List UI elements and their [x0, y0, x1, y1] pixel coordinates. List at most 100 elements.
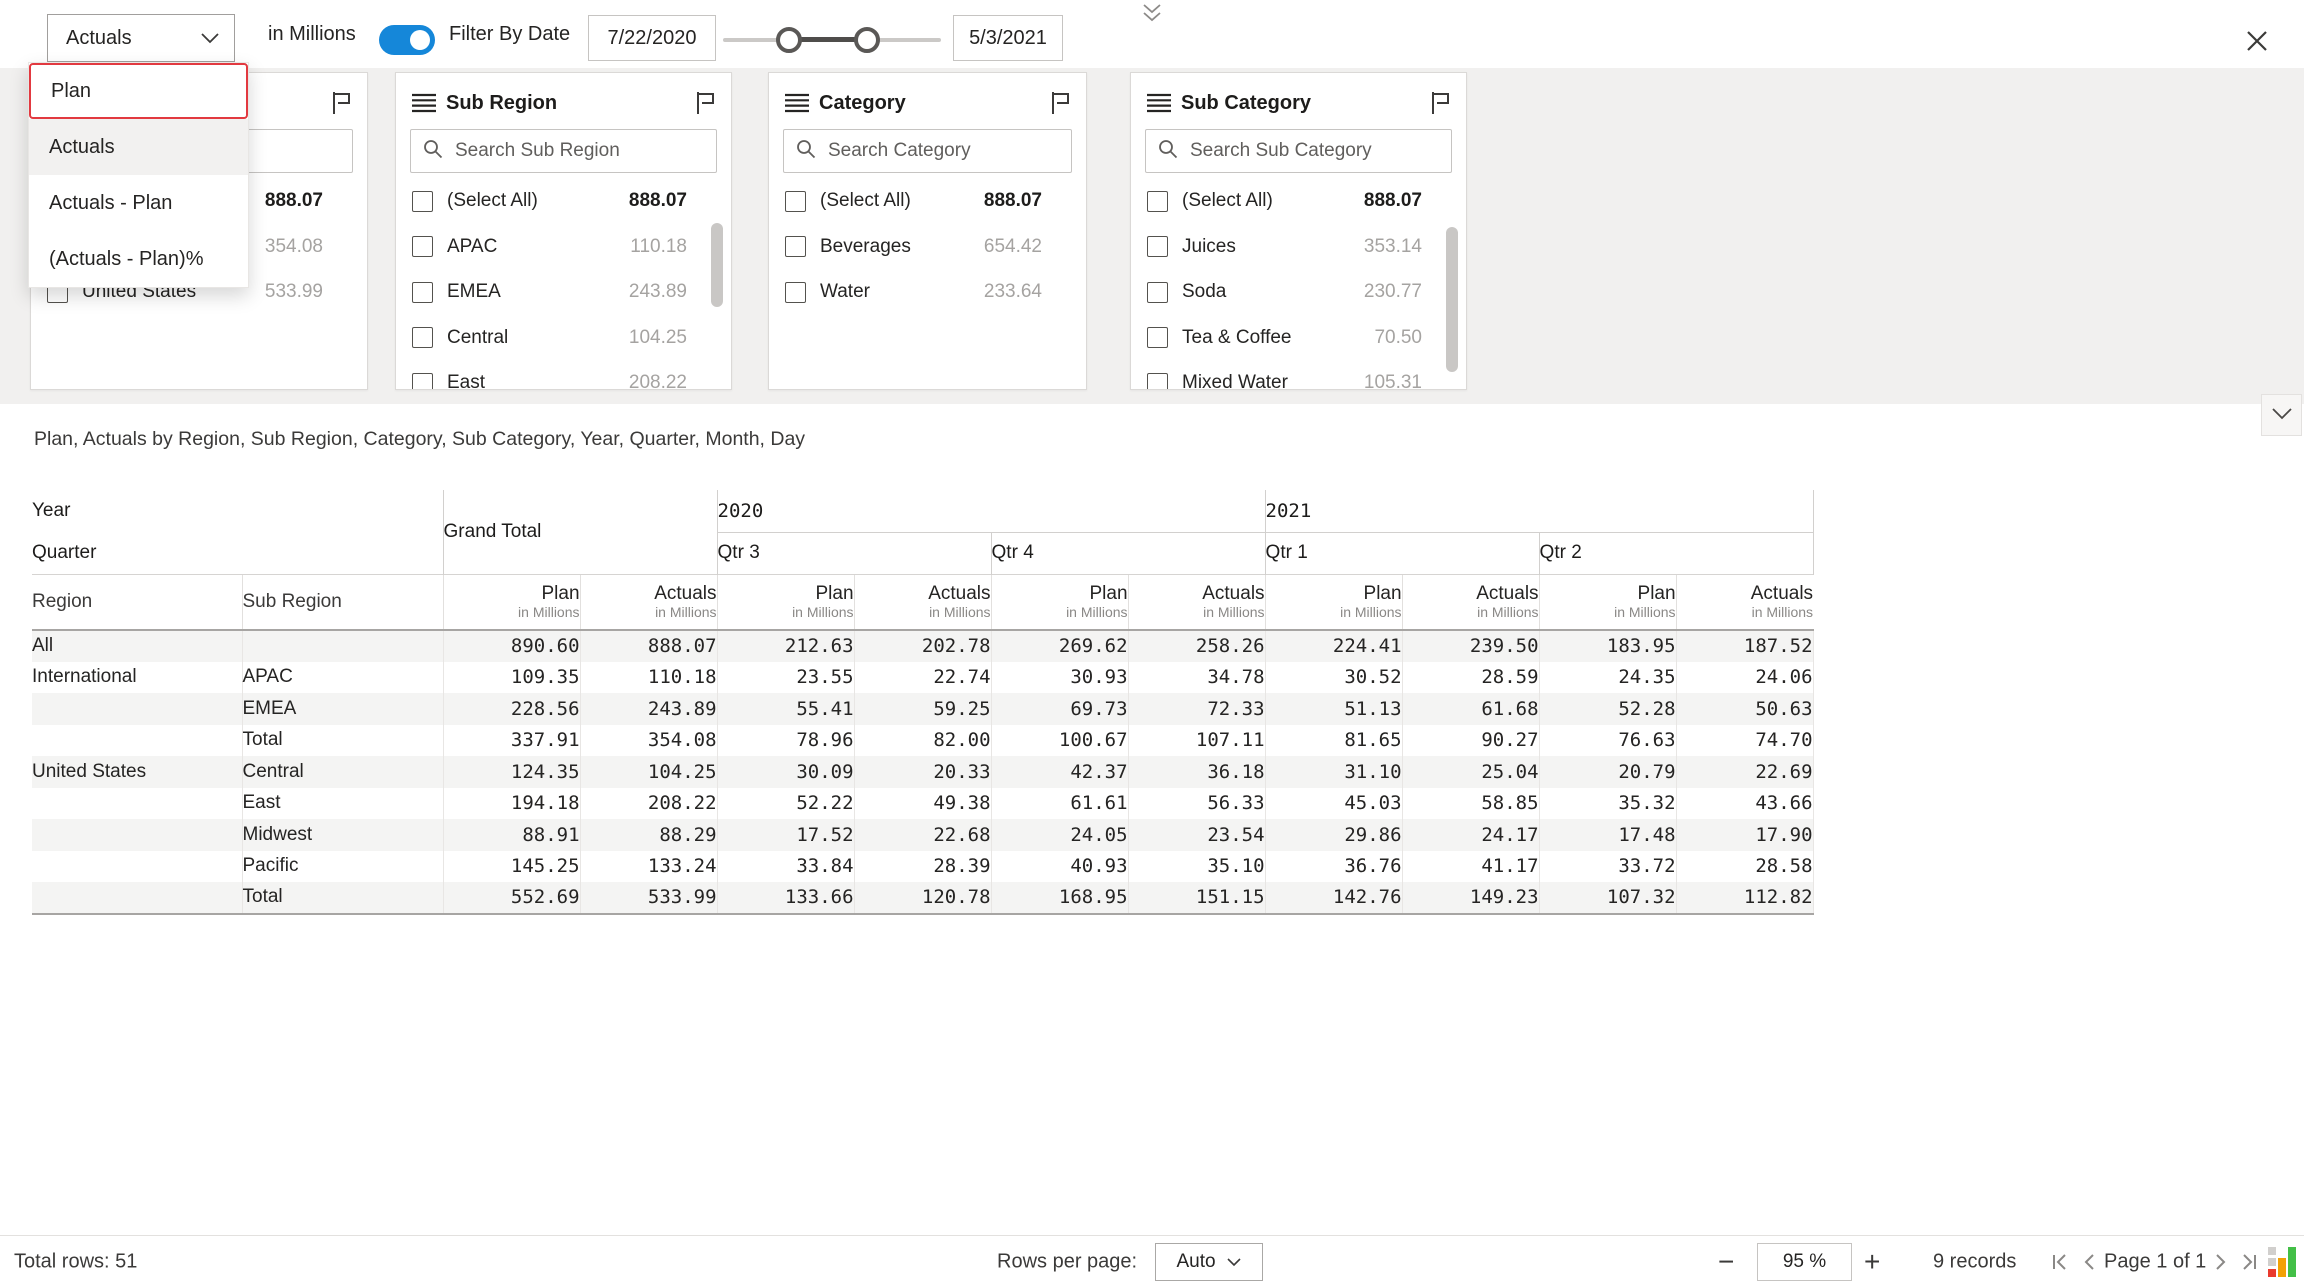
close-icon: [2244, 42, 2270, 57]
checkbox[interactable]: [1147, 282, 1168, 303]
measure-name: Actuals: [1677, 583, 1814, 604]
measure-name: Actuals: [1403, 583, 1539, 604]
next-page-button[interactable]: [2212, 1253, 2230, 1271]
value-cell: 69.73: [991, 693, 1128, 725]
sub-region-cell: [242, 630, 443, 662]
sub-region-cell: Total: [242, 725, 443, 757]
filter-item-list: (Select All)888.07Juices353.14Soda230.77…: [1145, 73, 1452, 389]
value-cell: 52.22: [717, 788, 854, 820]
table-row-east: East194.18208.2252.2249.3861.6156.3345.0…: [32, 788, 1813, 820]
value-cell: 74.70: [1676, 725, 1813, 757]
expand-filters-button[interactable]: [2261, 394, 2302, 436]
zoom-out-button[interactable]: −: [1712, 1238, 1740, 1286]
close-button[interactable]: [2243, 28, 2271, 56]
value-cell: 24.06: [1676, 662, 1813, 694]
menu-option-actuals[interactable]: Actuals: [29, 119, 248, 175]
filter-item-soda[interactable]: Soda230.77: [1147, 269, 1422, 315]
zoom-level-input[interactable]: [1757, 1243, 1852, 1281]
menu-option-plan[interactable]: Plan: [29, 63, 248, 119]
sub-region-cell: EMEA: [242, 693, 443, 725]
scrollbar-thumb[interactable]: [1446, 227, 1458, 372]
checkbox[interactable]: [412, 373, 433, 391]
menu-option-actuals-plan[interactable]: (Actuals - Plan)%: [29, 231, 248, 287]
filter-item-label: (Select All): [820, 190, 911, 212]
plan-column-header: Planin Millions: [443, 574, 580, 630]
filter-item-select-all[interactable]: (Select All)888.07: [785, 178, 1042, 224]
measure-unit: in Millions: [1403, 605, 1539, 621]
start-date-input[interactable]: [588, 15, 716, 61]
value-cell: 24.35: [1539, 662, 1676, 694]
filter-item-label: Juices: [1182, 236, 1236, 258]
slider-handle-end[interactable]: [854, 27, 880, 53]
value-cell: 33.84: [717, 851, 854, 883]
region-cell: All: [32, 630, 242, 662]
value-cell: 28.39: [854, 851, 991, 883]
menu-option-actuals-plan[interactable]: Actuals - Plan: [29, 175, 248, 231]
checkbox[interactable]: [1147, 327, 1168, 348]
checkbox[interactable]: [785, 282, 806, 303]
value-cell: 36.18: [1128, 756, 1265, 788]
toolbar: Actuals in Millions Filter By Date: [0, 0, 2304, 68]
zoom-in-button[interactable]: +: [1858, 1238, 1886, 1286]
filter-item-emea[interactable]: EMEA243.89: [412, 269, 687, 315]
rows-per-page-value: Auto: [1176, 1251, 1215, 1273]
measure-dropdown-menu: Plan Actuals Actuals - Plan(Actuals - Plan…: [28, 62, 249, 288]
value-cell: 31.10: [1265, 756, 1402, 788]
filter-item-central[interactable]: Central104.25: [412, 315, 687, 361]
checkbox[interactable]: [1147, 191, 1168, 212]
first-page-button[interactable]: [2049, 1253, 2071, 1271]
filter-item-apac[interactable]: APAC110.18: [412, 224, 687, 270]
checkbox[interactable]: [412, 282, 433, 303]
filter-item-label: Tea & Coffee: [1182, 327, 1292, 349]
measure-unit: in Millions: [855, 605, 991, 621]
checkbox[interactable]: [412, 191, 433, 212]
measure-name: Plan: [992, 583, 1128, 604]
pivot-title: Plan, Actuals by Region, Sub Region, Cat…: [34, 428, 805, 451]
value-cell: 100.67: [991, 725, 1128, 757]
date-range-slider[interactable]: [723, 27, 941, 53]
unit-label: in Millions: [268, 0, 356, 68]
value-cell: 168.95: [991, 882, 1128, 914]
value-cell: 76.63: [1539, 725, 1676, 757]
end-date-input[interactable]: [953, 15, 1063, 61]
filter-item-value: 654.42: [984, 236, 1042, 258]
menu-option-label: Actuals: [49, 136, 115, 159]
filter-item-tea-coffee[interactable]: Tea & Coffee70.50: [1147, 315, 1422, 361]
scrollbar-thumb[interactable]: [711, 223, 723, 307]
value-cell: 35.32: [1539, 788, 1676, 820]
value-cell: 888.07: [580, 630, 717, 662]
measure-unit: in Millions: [992, 605, 1128, 621]
sub-region-cell: East: [242, 788, 443, 820]
filter-item-select-all[interactable]: (Select All)888.07: [412, 178, 687, 224]
last-page-button[interactable]: [2238, 1253, 2260, 1271]
measure-dropdown[interactable]: Actuals: [47, 14, 235, 62]
value-cell: 58.85: [1402, 788, 1539, 820]
rows-per-page-select[interactable]: Auto: [1155, 1243, 1263, 1281]
measure-name: Plan: [718, 583, 854, 604]
checkbox[interactable]: [412, 327, 433, 348]
value-cell: 28.58: [1676, 851, 1813, 883]
filter-item-select-all[interactable]: (Select All)888.07: [1147, 178, 1422, 224]
slider-handle-start[interactable]: [776, 27, 802, 53]
filter-item-label: Soda: [1182, 281, 1226, 303]
checkbox[interactable]: [1147, 373, 1168, 391]
filter-item-mixed-water[interactable]: Mixed Water105.31: [1147, 360, 1422, 390]
filter-item-value: 888.07: [1364, 190, 1422, 212]
filter-item-east[interactable]: East208.22: [412, 360, 687, 390]
filter-item-juices[interactable]: Juices353.14: [1147, 224, 1422, 270]
filter-by-date-toggle[interactable]: [379, 25, 435, 55]
checkbox[interactable]: [785, 191, 806, 212]
filter-item-water[interactable]: Water233.64: [785, 269, 1042, 315]
page-indicator: Page 1 of 1: [2104, 1251, 2206, 1274]
checkbox[interactable]: [1147, 236, 1168, 257]
table-row-pacific: Pacific145.25133.2433.8428.3940.9335.103…: [32, 851, 1813, 883]
value-cell: 258.26: [1128, 630, 1265, 662]
filter-item-beverages[interactable]: Beverages654.42: [785, 224, 1042, 270]
value-cell: 40.93: [991, 851, 1128, 883]
checkbox[interactable]: [785, 236, 806, 257]
previous-page-button[interactable]: [2080, 1253, 2098, 1271]
value-cell: 30.93: [991, 662, 1128, 694]
collapse-toolbar-icon[interactable]: [1141, 3, 1163, 28]
actuals-column-header: Actualsin Millions: [1676, 574, 1813, 630]
checkbox[interactable]: [412, 236, 433, 257]
